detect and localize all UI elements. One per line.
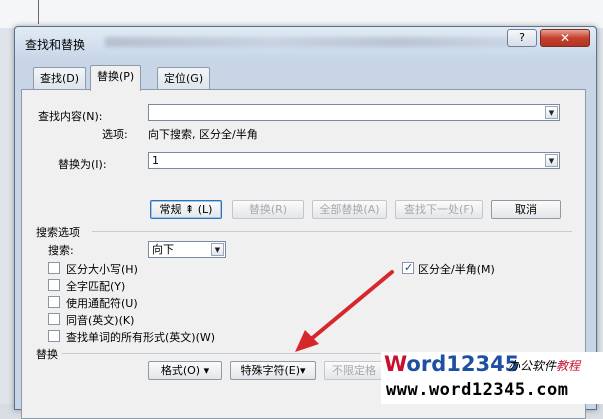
tab-replace[interactable]: 替换(P) (90, 65, 142, 91)
watermark-tag-a: 办公软件 (508, 359, 557, 373)
red-arrow-annotation (295, 270, 394, 352)
watermark-brand-w: W (384, 352, 407, 376)
watermark-url: www.word12345.com (386, 380, 569, 400)
watermark-brand: Word12345 (384, 352, 519, 376)
watermark-tagline: 办公软件教程 (508, 357, 580, 374)
watermark-brand-rest: ord12345 (406, 352, 520, 376)
arrow-shaft (308, 270, 394, 342)
watermark-tag-b: 教程 (556, 359, 581, 373)
